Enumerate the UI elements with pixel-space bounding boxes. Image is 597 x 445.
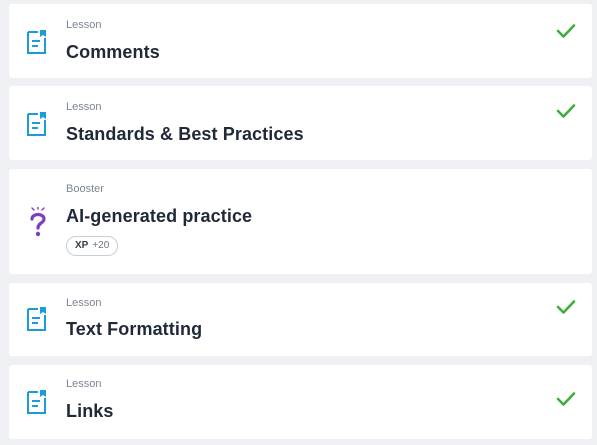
item-kind-label: Lesson: [66, 297, 102, 309]
xp-value: +20: [92, 240, 110, 251]
item-kind-label: Lesson: [66, 19, 102, 31]
item-title: Comments: [66, 42, 160, 62]
lesson-icon: [27, 30, 46, 54]
item-title: Links: [66, 401, 114, 421]
lesson-icon: [27, 112, 46, 136]
lesson-list-page: { "items": [ { "kind": "Lesson", "title"…: [0, 0, 597, 445]
lesson-card-links[interactable]: Lesson Links: [9, 365, 592, 439]
item-kind-label: Lesson: [66, 378, 102, 390]
lesson-icon: [27, 390, 46, 414]
xp-label: XP: [75, 240, 89, 251]
item-title: Text Formatting: [66, 319, 203, 339]
lesson-card-text-formatting[interactable]: Lesson Text Formatting: [9, 283, 592, 356]
checkmark-icon: [556, 24, 576, 38]
checkmark-icon: [556, 104, 576, 118]
checkmark-icon: [556, 300, 576, 314]
lesson-icon: [27, 307, 46, 331]
item-title: Standards & Best Practices: [66, 124, 304, 144]
item-title: AI-generated practice: [66, 206, 253, 226]
item-kind-label: Booster: [66, 183, 104, 195]
booster-card-ai-generated-practice[interactable]: Booster AI-generated practice XP +20: [9, 169, 592, 274]
checkmark-icon: [556, 392, 576, 406]
xp-reward-badge: XP +20: [66, 236, 119, 256]
lesson-card-standards-best-practices[interactable]: Lesson Standards & Best Practices: [9, 86, 592, 160]
question-mark-icon: [30, 207, 46, 237]
lesson-card-comments[interactable]: Lesson Comments: [9, 4, 592, 78]
item-kind-label: Lesson: [66, 101, 102, 113]
